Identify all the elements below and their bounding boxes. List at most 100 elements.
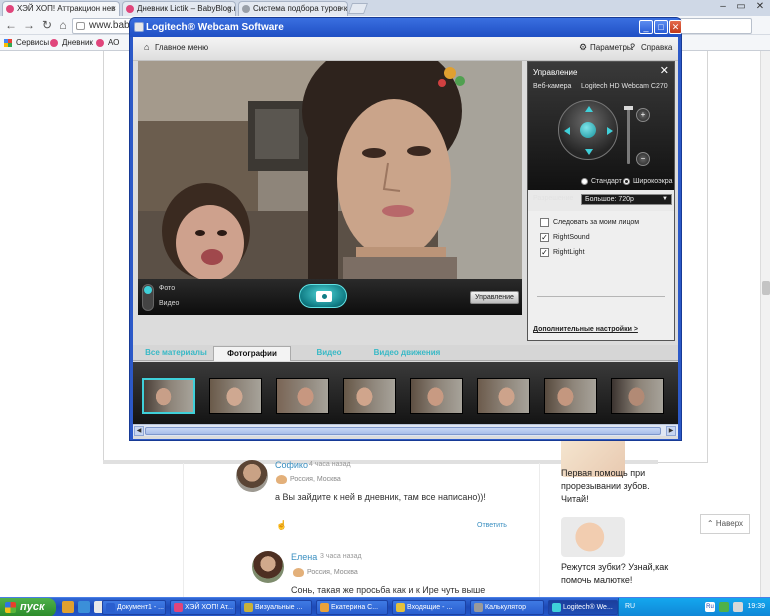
scrollbar-thumb[interactable]	[762, 281, 770, 295]
zoom-slider[interactable]	[624, 106, 633, 164]
photo-thumbnail[interactable]	[477, 378, 530, 414]
rightsound-checkbox[interactable]: ✓	[540, 233, 549, 242]
arrow-left-icon[interactable]	[564, 127, 570, 135]
article-link[interactable]: Режутся зубки? Узнай,как помочь малютке!	[561, 561, 669, 587]
browser-tab[interactable]: Система подбора туров ко ×	[238, 1, 348, 16]
photo-thumbnail[interactable]	[544, 378, 597, 414]
taskbar-button[interactable]: Калькулятор	[470, 600, 544, 615]
rightlight-checkbox[interactable]: ✓	[540, 248, 549, 257]
zoom-in-icon[interactable]: +	[636, 108, 650, 122]
taskbar-button[interactable]: ХЭЙ ХОП! Ат...	[170, 600, 236, 615]
home-icon[interactable]: ⌂	[56, 18, 70, 32]
mode-photo-label[interactable]: Фото	[159, 285, 175, 292]
browser-tab[interactable]: ХЭЙ ХОП! Аттракцион нев ×	[2, 1, 120, 16]
language-indicator[interactable]: RU	[625, 603, 635, 610]
forward-arrow-icon[interactable]: →	[22, 18, 36, 32]
maximize-icon[interactable]: □	[654, 20, 668, 34]
location-icon	[276, 475, 287, 484]
photo-thumbnail[interactable]	[611, 378, 664, 414]
home-button[interactable]: ⌂ Главное меню	[144, 43, 208, 53]
comment-location: Россия, Москва	[293, 568, 358, 577]
follow-face-checkbox[interactable]	[540, 218, 549, 227]
arrow-left-icon[interactable]: ◀	[134, 426, 144, 436]
tab-all-media[interactable]: Все материалы	[139, 346, 213, 361]
keyboard-layout-icon[interactable]: Ru	[705, 602, 715, 612]
aspect-standard-label[interactable]: Стандарт	[591, 178, 622, 185]
capture-photo-button[interactable]	[299, 284, 347, 308]
close-icon[interactable]: ✕	[752, 0, 768, 14]
slider-thumb[interactable]	[624, 106, 633, 110]
taskbar-button[interactable]: Logitech® We...	[548, 600, 618, 615]
minimize-icon[interactable]: –	[716, 0, 730, 14]
arrow-right-icon[interactable]	[607, 127, 613, 135]
article-image[interactable]	[561, 517, 625, 557]
photo-video-toggle[interactable]	[142, 284, 154, 311]
photo-thumbnail[interactable]	[209, 378, 262, 414]
address-text: www.bab	[89, 20, 130, 31]
like-hand-icon[interactable]: ☝	[276, 520, 287, 531]
start-button[interactable]: пуск	[0, 598, 56, 616]
close-icon[interactable]: ×	[339, 2, 344, 15]
arrow-right-icon[interactable]: ▶	[666, 426, 676, 436]
close-icon[interactable]: ✕	[669, 20, 682, 34]
app-icon	[244, 603, 253, 612]
taskbar-button[interactable]: Екатерина С...	[316, 600, 388, 615]
help-button[interactable]: ? Справка	[630, 43, 672, 53]
bookmark-services[interactable]: Сервисы	[4, 37, 49, 49]
arrow-down-icon[interactable]	[585, 149, 593, 155]
bookmark-ao[interactable]: АО	[96, 37, 119, 49]
gallery-scrollbar[interactable]: ◀ ▶	[133, 424, 678, 436]
page-scrollbar[interactable]	[760, 51, 770, 597]
back-arrow-icon[interactable]: ←	[4, 18, 18, 32]
minimize-icon[interactable]: _	[639, 20, 653, 34]
tab-videos[interactable]: Видео	[299, 346, 359, 361]
aspect-standard-radio[interactable]	[581, 178, 588, 185]
quicklaunch-icon[interactable]	[62, 601, 74, 613]
quicklaunch-icon[interactable]	[78, 601, 90, 613]
aspect-wide-label[interactable]: Широкоэкра	[633, 178, 673, 185]
browser-tab[interactable]: Дневник Lictik – BabyBlog.r ×	[122, 1, 236, 16]
follow-face-option[interactable]: Следовать за моим лицом	[540, 218, 639, 227]
reply-link[interactable]: Ответить	[477, 522, 507, 529]
webcam-name[interactable]: Logitech HD Webcam C270	[581, 83, 668, 90]
new-tab-button[interactable]	[347, 3, 369, 14]
tab-motion-videos[interactable]: Видео движения	[365, 346, 449, 361]
scrollbar-thumb[interactable]	[145, 427, 661, 435]
avatar[interactable]	[236, 460, 268, 492]
rightlight-option[interactable]: ✓ RightLight	[540, 248, 585, 257]
babyblog-icon	[126, 5, 134, 13]
back-to-top-button[interactable]: ⌃ Наверх	[700, 514, 750, 534]
avatar[interactable]	[252, 551, 284, 583]
settings-button[interactable]: ⚙ Параметры	[579, 43, 633, 53]
comment-author[interactable]: Софико	[275, 460, 308, 470]
photo-thumbnail[interactable]	[343, 378, 396, 414]
network-icon[interactable]	[719, 602, 729, 612]
photo-thumbnail[interactable]	[142, 378, 195, 414]
maximize-icon[interactable]: ▭	[734, 0, 748, 14]
manage-button[interactable]: Управление	[470, 291, 519, 304]
advanced-settings-link[interactable]: Дополнительные настройки >	[533, 326, 638, 333]
reload-icon[interactable]: ↻	[40, 18, 54, 32]
taskbar-button[interactable]: Входящие - ...	[392, 600, 466, 615]
mode-video-label[interactable]: Видео	[159, 300, 179, 307]
close-icon[interactable]: ✕	[660, 66, 669, 77]
window-titlebar[interactable]: Logitech® Webcam Software _ □ ✕	[130, 18, 682, 37]
aspect-wide-radio[interactable]	[623, 178, 630, 185]
arrow-up-icon[interactable]	[585, 106, 593, 112]
close-icon[interactable]: ×	[227, 2, 232, 15]
zoom-out-icon[interactable]: −	[636, 152, 650, 166]
resolution-select[interactable]: Большое: 720p ▼	[581, 194, 672, 205]
taskbar-button[interactable]: Визуальные ...	[240, 600, 312, 615]
tab-photos[interactable]: Фотографии	[213, 346, 291, 361]
chevron-down-icon: ▼	[662, 196, 668, 202]
photo-thumbnail[interactable]	[410, 378, 463, 414]
photo-thumbnail[interactable]	[276, 378, 329, 414]
close-icon[interactable]: ×	[111, 2, 116, 15]
center-reset-button[interactable]	[580, 122, 596, 138]
volume-icon[interactable]	[733, 602, 743, 612]
comment-author[interactable]: Елена	[291, 552, 317, 562]
rightsound-option[interactable]: ✓ RightSound	[540, 233, 590, 242]
taskbar-button[interactable]: Документ1 - ...	[102, 600, 166, 615]
bookmark-diary[interactable]: Дневник	[50, 37, 93, 49]
article-link[interactable]: Первая помощь при прорезывании зубов. Чи…	[561, 467, 669, 506]
